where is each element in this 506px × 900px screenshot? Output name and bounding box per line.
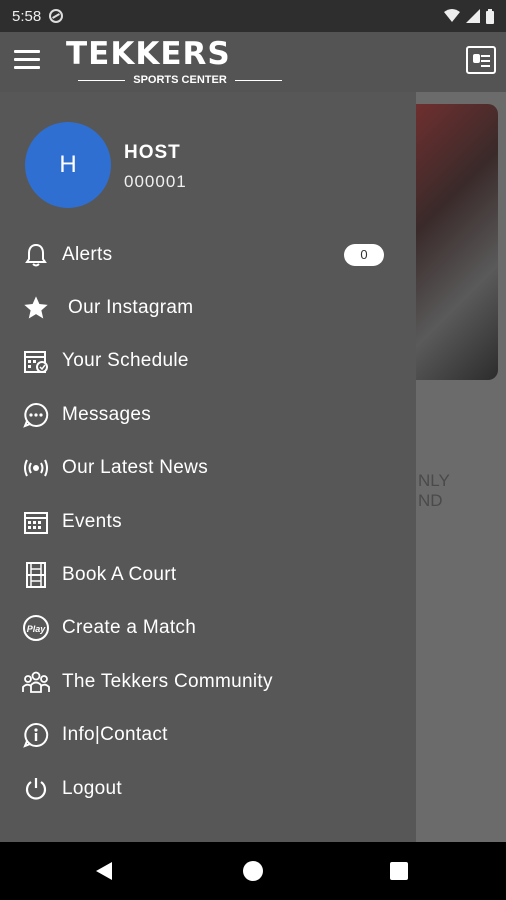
dnd-icon bbox=[49, 9, 64, 23]
broadcast-icon bbox=[22, 454, 50, 482]
info-icon bbox=[22, 721, 50, 749]
menu-item-label: Our Latest News bbox=[62, 457, 208, 479]
svg-text:Play: Play bbox=[27, 624, 47, 634]
system-nav-bar bbox=[0, 842, 506, 900]
logo-subtitle: SPORTS CENTER bbox=[133, 74, 227, 86]
logo-word: TEKKERS bbox=[66, 36, 231, 72]
menu-icon[interactable] bbox=[14, 50, 40, 72]
menu-item-label: Logout bbox=[62, 777, 122, 799]
status-time: 5:58 bbox=[12, 7, 42, 25]
menu-item-events[interactable]: Events bbox=[0, 495, 416, 548]
back-icon[interactable] bbox=[96, 862, 112, 880]
user-id: 000001 bbox=[124, 172, 187, 191]
menu-item-create-match[interactable]: Play Create a Match bbox=[0, 602, 416, 655]
menu-item-label: Your Schedule bbox=[62, 350, 189, 372]
calendar-icon bbox=[22, 508, 50, 536]
menu-item-schedule[interactable]: Your Schedule bbox=[0, 335, 416, 388]
community-icon bbox=[22, 668, 50, 696]
play-icon: Play bbox=[22, 614, 50, 642]
app-bar: TEKKERS SPORTS CENTER bbox=[0, 32, 506, 92]
member-card-icon[interactable] bbox=[466, 46, 496, 74]
menu-item-messages[interactable]: Messages bbox=[0, 388, 416, 441]
menu-item-label: Info|Contact bbox=[62, 724, 168, 746]
schedule-icon bbox=[22, 347, 50, 375]
alerts-count-badge: 0 bbox=[344, 243, 384, 266]
court-icon bbox=[22, 561, 50, 589]
home-icon[interactable] bbox=[243, 861, 263, 881]
wifi-icon bbox=[444, 9, 460, 22]
drawer-header: H HOST 000001 bbox=[0, 92, 416, 222]
menu-item-label: Events bbox=[62, 510, 122, 532]
star-icon bbox=[22, 294, 50, 322]
menu-item-label: Alerts bbox=[62, 243, 113, 265]
status-bar: 5:58 bbox=[0, 0, 506, 32]
signal-icon bbox=[466, 9, 480, 23]
navigation-drawer: H HOST 000001 Alerts 0 Our Instagram You… bbox=[0, 92, 416, 842]
menu-item-label: Create a Match bbox=[62, 617, 197, 639]
drawer-menu: Alerts 0 Our Instagram Your Schedule Mes… bbox=[0, 228, 416, 815]
menu-item-community[interactable]: The Tekkers Community bbox=[0, 655, 416, 708]
recents-icon[interactable] bbox=[390, 862, 408, 880]
menu-item-label: The Tekkers Community bbox=[62, 670, 273, 692]
menu-item-label: Messages bbox=[62, 403, 151, 425]
power-icon bbox=[22, 775, 50, 803]
chat-icon bbox=[22, 401, 50, 429]
user-name: HOST bbox=[124, 142, 181, 163]
background-text: NLY ND bbox=[418, 471, 450, 510]
menu-item-logout[interactable]: Logout bbox=[0, 762, 416, 815]
avatar[interactable]: H bbox=[25, 122, 111, 208]
bell-icon bbox=[22, 241, 50, 269]
menu-item-news[interactable]: Our Latest News bbox=[0, 442, 416, 495]
battery-icon bbox=[486, 8, 494, 24]
menu-item-book-court[interactable]: Book A Court bbox=[0, 548, 416, 601]
app-logo: TEKKERS SPORTS CENTER bbox=[66, 36, 296, 90]
menu-item-alerts[interactable]: Alerts 0 bbox=[0, 228, 416, 281]
menu-item-label: Book A Court bbox=[62, 564, 177, 586]
menu-item-label: Our Instagram bbox=[68, 297, 194, 319]
menu-item-instagram[interactable]: Our Instagram bbox=[0, 281, 416, 334]
menu-item-info-contact[interactable]: Info|Contact bbox=[0, 709, 416, 762]
